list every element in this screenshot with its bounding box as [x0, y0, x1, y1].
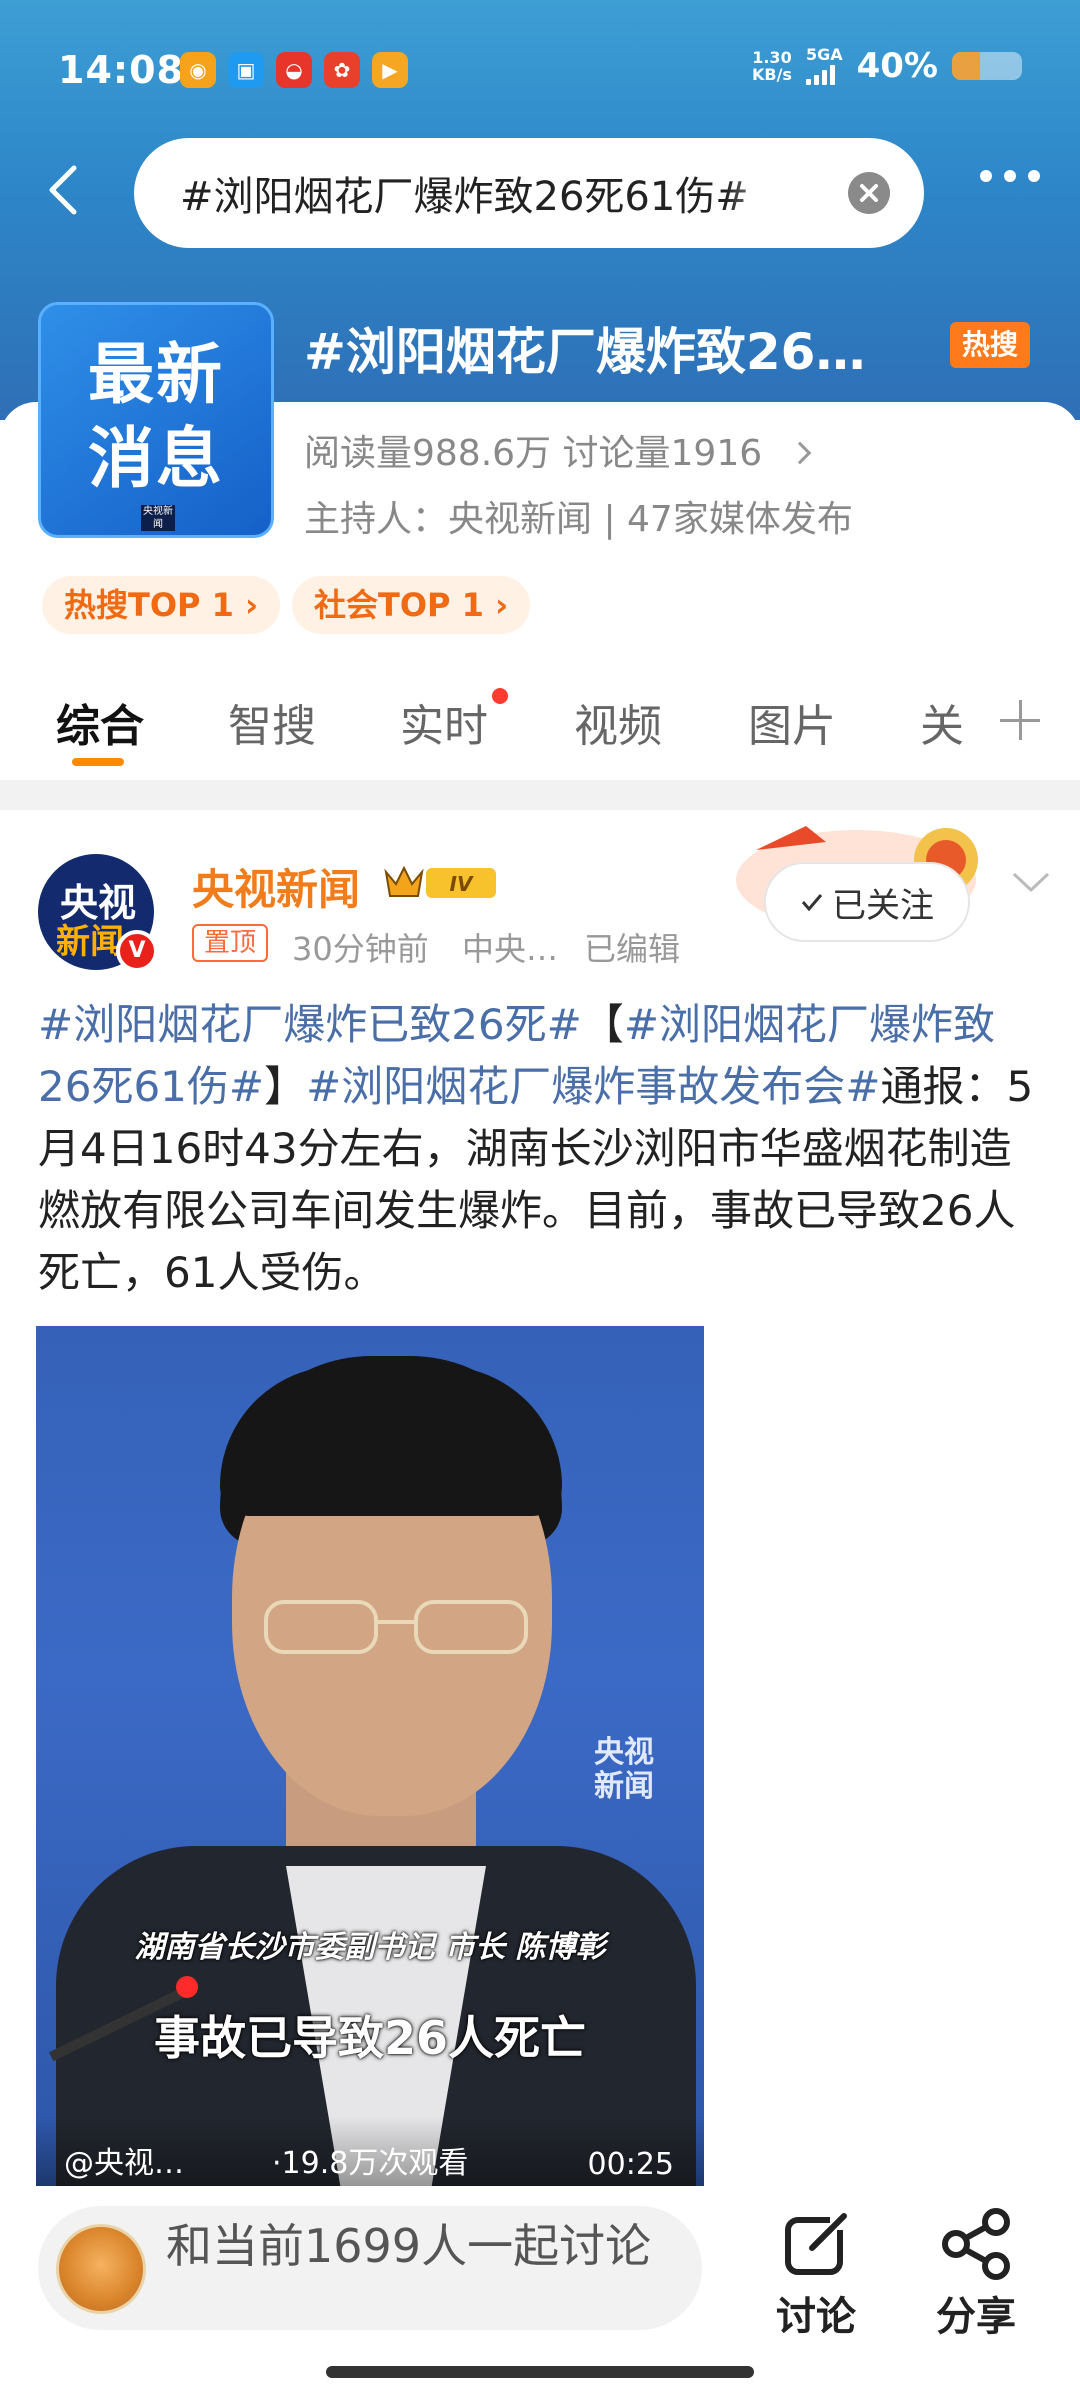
shopping-app-icon: ◒	[276, 52, 312, 88]
status-app-icons: ◉ ▣ ◒ ✿ ▶	[180, 52, 408, 88]
video-caption-speaker: 湖南省长沙市委副书记 市长 陈博彰	[134, 1930, 606, 1965]
topic-stats-link[interactable]: 阅读量988.6万 讨论量1916	[304, 424, 812, 476]
chevron-right-icon	[788, 441, 812, 465]
hot-search-badge: 热搜	[950, 322, 1031, 368]
verified-icon: V	[116, 930, 158, 972]
hashtag-link[interactable]: #浏阳烟花厂爆炸已致26死#	[38, 1000, 582, 1049]
hashtag-link[interactable]: #浏阳烟花厂爆炸事故发布会#	[306, 1062, 880, 1111]
topic-title: #浏阳烟花厂爆炸致26…	[304, 323, 866, 381]
svg-text:IV: IV	[450, 872, 474, 896]
media-app-icon: ✿	[324, 52, 360, 88]
tab-related[interactable]: 关	[920, 690, 964, 754]
status-bar: 14:08 ◉ ▣ ◒ ✿ ▶ 1.30 KB/s 5GA 40%	[0, 0, 1080, 140]
topic-avatar	[56, 2224, 146, 2314]
new-content-dot	[492, 688, 508, 704]
compose-icon	[785, 2212, 848, 2275]
discuss-button[interactable]: 讨论	[756, 2206, 876, 2342]
more-options-icon[interactable]	[980, 170, 1040, 182]
post-body: #浏阳烟花厂爆炸已致26死#【#浏阳烟花厂爆炸致26死61伤#】#浏阳烟花厂爆炸…	[38, 1000, 1034, 1297]
search-query-text: #浏阳烟花厂爆炸致26死61伤#	[180, 174, 749, 220]
active-tab-indicator	[72, 758, 124, 766]
battery-icon	[952, 52, 1022, 80]
status-indicators: 1.30 KB/s 5GA 40%	[752, 46, 1022, 86]
back-arrow-icon[interactable]	[36, 160, 96, 220]
post-edited-label: 已编辑	[584, 930, 681, 968]
microphone-light	[176, 1976, 198, 1998]
author-name[interactable]: 央视新闻	[192, 856, 360, 917]
follow-button[interactable]: 已关注	[764, 862, 970, 942]
hot-search-rank-tag[interactable]: 热搜TOP 1 ›	[42, 576, 281, 634]
video-watermark: 央视新闻	[594, 1735, 654, 1804]
video-player[interactable]: 央视新闻 湖南省长沙市委副书记 市长 陈博彰 事故已导致26人死亡 @央视… ·…	[36, 1326, 704, 2186]
member-crown-badge: IV	[384, 865, 496, 898]
cctv-logo: 央视新闻	[141, 505, 175, 531]
add-tab-icon[interactable]	[1000, 700, 1040, 740]
pinned-badge: 置顶	[192, 924, 269, 962]
section-divider	[0, 780, 1080, 810]
weibo-app-icon: ◉	[180, 52, 216, 88]
tab-bar: 综合 智搜 实时 视频 图片 关	[0, 680, 1080, 780]
chevron-down-icon[interactable]	[1012, 870, 1050, 894]
post-source: 中央…	[462, 930, 559, 968]
video-caption-main: 事故已导致26人死亡	[153, 2011, 586, 2065]
video-app-icon: ▶	[372, 52, 408, 88]
video-view-count: ·19.8万次观看	[272, 2146, 469, 2181]
message-app-icon: ▣	[228, 52, 264, 88]
network-speed: 1.30 KB/s	[751, 48, 792, 84]
battery-percent: 40%	[856, 46, 938, 86]
topic-cover-image: 最新 消息 央视新闻	[38, 302, 274, 538]
search-input[interactable]: #浏阳烟花厂爆炸致26死61伤#	[134, 138, 924, 248]
discuss-prompt: 和当前1699人一起讨论	[166, 2219, 652, 2273]
share-icon	[942, 2208, 1010, 2280]
tab-video[interactable]: 视频	[574, 690, 662, 754]
video-duration: 00:25	[587, 2147, 674, 2182]
signal-indicator: 5GA	[805, 47, 843, 85]
post-time: 30分钟前	[292, 930, 429, 968]
home-indicator[interactable]	[326, 2366, 754, 2378]
share-button[interactable]: 分享	[916, 2206, 1036, 2342]
tab-smart-search[interactable]: 智搜	[228, 690, 316, 754]
video-frame-hair-top	[220, 1366, 562, 1516]
check-icon	[801, 894, 823, 912]
status-time: 14:08	[58, 48, 184, 92]
discuss-input[interactable]: 和当前1699人一起讨论	[38, 2206, 702, 2330]
video-source: @央视…	[64, 2146, 184, 2181]
clear-search-icon[interactable]	[848, 172, 890, 214]
tab-comprehensive[interactable]: 综合	[56, 690, 144, 754]
society-rank-tag[interactable]: 社会TOP 1 ›	[292, 576, 531, 634]
video-frame-glasses	[264, 1600, 528, 1654]
signal-bars-icon	[805, 63, 835, 85]
tab-images[interactable]: 图片	[748, 690, 836, 754]
topic-host: 主持人：央视新闻 | 47家媒体发布	[304, 499, 853, 540]
tab-realtime[interactable]: 实时	[400, 690, 488, 754]
